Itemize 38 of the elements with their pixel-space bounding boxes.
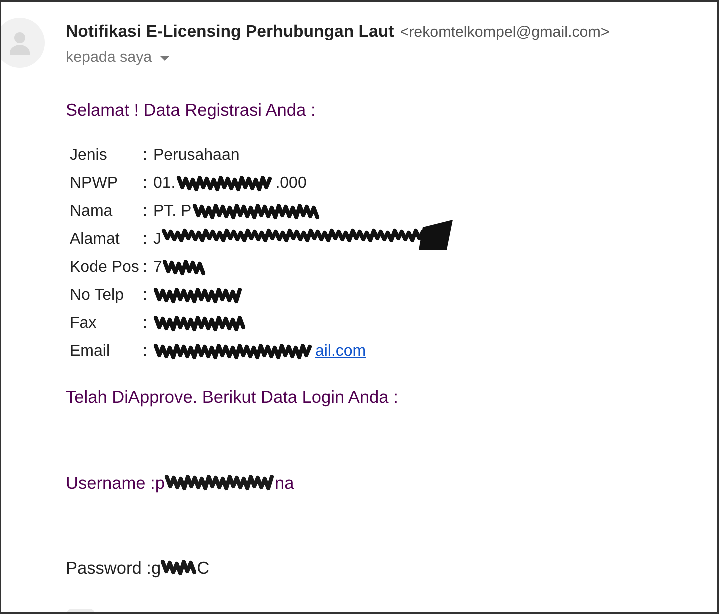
- field-label: Alamat: [70, 231, 121, 249]
- avatar-icon: [1, 18, 45, 68]
- field-label: Fax: [70, 315, 98, 333]
- field-colon: :: [143, 175, 148, 193]
- field-colon: :: [143, 147, 148, 165]
- field-value: .000: [276, 175, 307, 193]
- field-label: Kode Pos: [70, 259, 140, 277]
- field-colon: :: [143, 343, 148, 361]
- field-value: PT. P: [153, 203, 192, 221]
- field-label: NPWP: [70, 175, 119, 193]
- field-colon: :: [143, 203, 148, 221]
- sender-name: Notifikasi E-Licensing Perhubungan Laut: [66, 21, 394, 43]
- password-label: Password :: [66, 558, 152, 578]
- caret-icon[interactable]: [160, 56, 170, 60]
- password-value: C: [197, 558, 210, 578]
- field-colon: :: [143, 315, 148, 333]
- field-label: No Telp: [70, 287, 125, 305]
- username-label: Username :: [66, 472, 156, 494]
- username-value: na: [274, 472, 294, 494]
- sender-email: <rekomtelkompel@gmail.com>: [400, 23, 610, 43]
- field-label: Email: [70, 343, 112, 361]
- redaction-scribble: [162, 259, 208, 277]
- field-value: 01.: [153, 175, 176, 193]
- field-label: Jenis: [70, 147, 108, 165]
- field-label: Nama: [70, 203, 114, 221]
- field-colon: :: [143, 287, 148, 305]
- username-value: p: [155, 472, 165, 494]
- recipient-label: kepada saya: [66, 48, 152, 66]
- field-value: Perusahaan: [153, 147, 240, 165]
- redaction-scribble: [160, 559, 198, 577]
- greeting-text: Selamat ! Data Registrasi Anda :: [66, 99, 317, 122]
- password-value: g: [151, 558, 162, 578]
- field-colon: :: [143, 259, 148, 277]
- email-link[interactable]: ail.com: [153, 343, 366, 361]
- approval-text: Telah DiApprove. Berikut Data Login Anda :: [66, 386, 400, 409]
- field-value: J: [153, 231, 162, 249]
- field-colon: :: [143, 231, 148, 249]
- field-value: 7: [153, 259, 162, 277]
